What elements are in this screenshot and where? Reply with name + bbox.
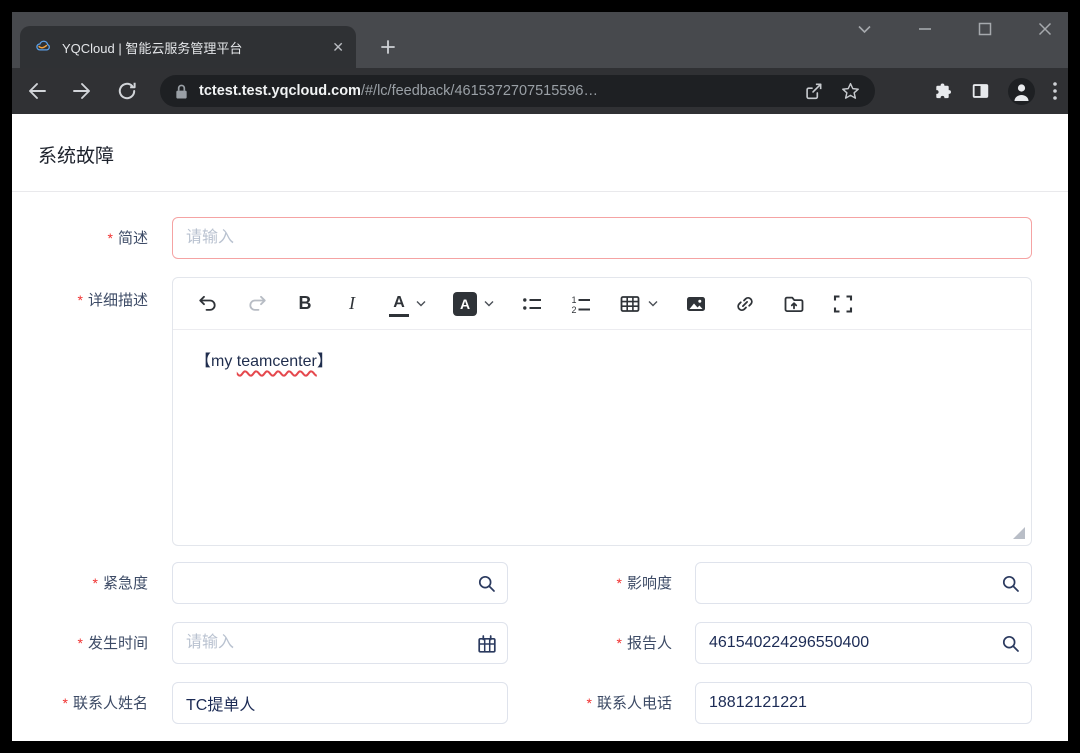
font-color-group[interactable]: A (389, 291, 426, 317)
urgency-label: *紧急度 (12, 562, 148, 605)
new-tab-button[interactable] (374, 33, 402, 61)
italic-button[interactable]: I (342, 291, 362, 317)
page-content: 系统故障 *简述 *详细描述 B I A (12, 114, 1068, 741)
contact-phone-input[interactable] (696, 683, 1031, 723)
required-mark: * (108, 230, 113, 246)
tab-title: YQCloud | 智能云服务管理平台 (62, 38, 324, 57)
chevron-down-icon[interactable] (857, 24, 872, 34)
reload-icon[interactable] (116, 80, 138, 102)
browser-navbar: tctest.test.yqcloud.com/#/lc/feedback/46… (12, 68, 1068, 114)
plus-icon (380, 39, 396, 55)
contact-phone-label: *联系人电话 (412, 682, 672, 725)
occur-time-label: *发生时间 (12, 622, 148, 665)
chevron-down-icon[interactable] (416, 300, 426, 307)
kebab-menu-icon[interactable] (1052, 80, 1058, 102)
page-title: 系统故障 (38, 141, 114, 168)
bold-button[interactable]: B (295, 291, 315, 317)
impact-label: *影响度 (412, 562, 672, 605)
forward-icon[interactable] (71, 80, 93, 102)
search-icon[interactable] (1000, 573, 1022, 595)
ordered-list-icon[interactable]: 12 (570, 291, 592, 317)
editor-text: 】 (317, 353, 333, 370)
table-icon[interactable] (619, 291, 641, 317)
share-icon[interactable] (803, 81, 824, 102)
browser-titlebar: YQCloud | 智能云服务管理平台 ✕ (12, 12, 1068, 68)
contact-name-label: *联系人姓名 (12, 682, 148, 725)
window-controls (857, 22, 1052, 36)
title-divider (12, 191, 1068, 192)
summary-input-wrap (172, 217, 1032, 259)
reporter-label: *报告人 (412, 622, 672, 665)
back-icon[interactable] (26, 80, 48, 102)
maximize-icon[interactable] (978, 22, 992, 36)
editor-toolbar: B I A A 12 (173, 278, 1031, 330)
editor-text: 【my (195, 353, 237, 370)
minimize-icon[interactable] (918, 22, 932, 36)
undo-icon[interactable] (197, 291, 219, 317)
lock-icon (174, 83, 189, 100)
extensions-puzzle-icon[interactable] (932, 81, 953, 102)
browser-tab[interactable]: YQCloud | 智能云服务管理平台 ✕ (20, 26, 356, 68)
misspelled-word: teamcenter (237, 353, 317, 370)
bullet-list-icon[interactable] (521, 291, 543, 317)
reporter-input-wrap (695, 622, 1032, 664)
browser-window: YQCloud | 智能云服务管理平台 ✕ (0, 0, 1080, 753)
detail-label: *详细描述 (12, 269, 148, 332)
highlight-color-group[interactable]: A (453, 292, 494, 316)
fullscreen-icon[interactable] (832, 291, 854, 317)
search-icon[interactable] (1000, 633, 1022, 655)
table-group[interactable] (619, 291, 658, 317)
navbar-right-cluster (932, 68, 1058, 114)
side-panel-icon[interactable] (970, 81, 991, 101)
chevron-down-icon[interactable] (648, 300, 658, 307)
svg-text:2: 2 (572, 305, 577, 315)
chevron-down-icon[interactable] (484, 300, 494, 307)
url-text: tctest.test.yqcloud.com/#/lc/feedback/46… (199, 83, 787, 99)
svg-text:1: 1 (572, 295, 577, 305)
highlight-color-button[interactable]: A (453, 292, 477, 316)
font-color-button[interactable]: A (389, 291, 409, 317)
editor-content[interactable]: 【my teamcenter】 (173, 330, 1031, 545)
insert-link-icon[interactable] (734, 291, 756, 317)
url-path: /#/lc/feedback/4615372707515596… (361, 83, 598, 99)
profile-avatar[interactable] (1008, 78, 1035, 105)
editor-resize-handle[interactable] (1013, 527, 1025, 539)
tab-close-icon[interactable]: ✕ (332, 40, 344, 54)
summary-label: *简述 (12, 217, 148, 260)
bookmark-star-icon[interactable] (840, 81, 861, 102)
upload-file-icon[interactable] (783, 291, 805, 317)
redo-icon[interactable] (246, 291, 268, 317)
person-icon (1008, 78, 1035, 105)
impact-input-wrap (695, 562, 1032, 604)
reporter-input[interactable] (696, 623, 1031, 663)
impact-input[interactable] (696, 563, 1031, 603)
contact-phone-input-wrap (695, 682, 1032, 724)
insert-image-icon[interactable] (685, 291, 707, 317)
summary-input[interactable] (173, 218, 1031, 258)
address-bar[interactable]: tctest.test.yqcloud.com/#/lc/feedback/46… (160, 75, 875, 107)
required-mark: * (78, 292, 83, 308)
close-window-icon[interactable] (1038, 22, 1052, 36)
url-domain: tctest.test.yqcloud.com (199, 83, 361, 99)
yqcloud-favicon (34, 38, 52, 56)
rich-text-editor: B I A A 12 (172, 277, 1032, 546)
